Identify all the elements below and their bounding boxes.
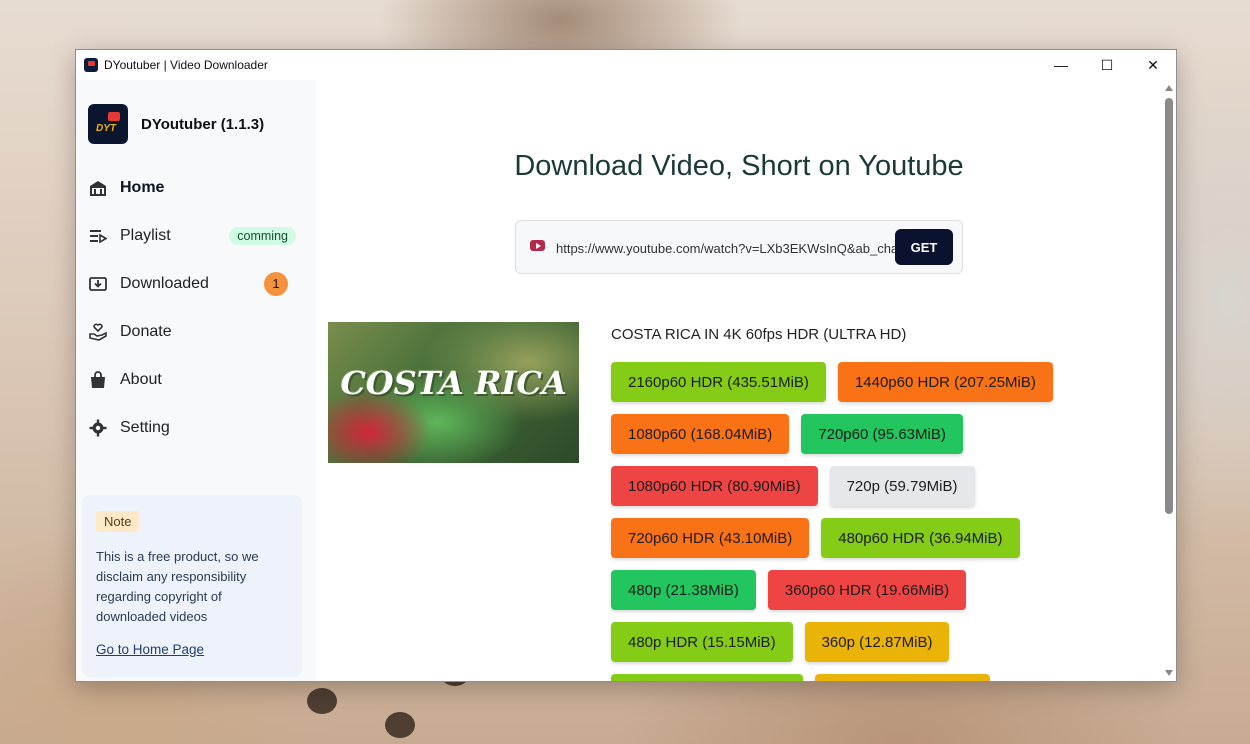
scroll-up-arrow-icon[interactable]	[1165, 85, 1173, 91]
window-title: DYoutuber | Video Downloader	[104, 58, 268, 72]
app-header: DYT DYoutuber (1.1.3)	[88, 104, 264, 144]
gear-icon	[88, 418, 108, 438]
scrollbar-thumb[interactable]	[1165, 98, 1173, 514]
format-button[interactable]: 1080p60 HDR (80.90MiB)	[611, 466, 818, 506]
home-page-link[interactable]: Go to Home Page	[96, 642, 204, 657]
sidebar-item-label: Playlist	[120, 227, 171, 244]
sidebar-item-label: Donate	[120, 323, 172, 340]
format-button[interactable]: 2160p60 HDR (435.51MiB)	[611, 362, 826, 402]
get-button[interactable]: GET	[895, 229, 953, 265]
sidebar-item-home[interactable]: Home	[88, 164, 298, 212]
download-icon	[88, 274, 108, 294]
title-bar: DYoutuber | Video Downloader — ☐ ✕	[76, 50, 1176, 80]
sidebar-nav: Home Playlist comming Downloaded 1 Donat…	[88, 164, 298, 452]
format-row	[611, 674, 1081, 681]
format-row: 720p60 HDR (43.10MiB) 480p60 HDR (36.94M…	[611, 518, 1081, 558]
format-button[interactable]: 480p (21.38MiB)	[611, 570, 756, 610]
video-title: COSTA RICA IN 4K 60fps HDR (ULTRA HD)	[611, 326, 907, 343]
download-count-badge: 1	[264, 272, 288, 296]
format-button[interactable]: 720p60 HDR (43.10MiB)	[611, 518, 810, 558]
format-row: 480p (21.38MiB) 360p60 HDR (19.66MiB)	[611, 570, 1081, 610]
home-icon	[88, 178, 108, 198]
coming-soon-badge: comming	[229, 227, 296, 245]
minimize-button[interactable]: —	[1038, 50, 1084, 80]
sidebar: DYT DYoutuber (1.1.3) Home Playlist comm…	[76, 80, 316, 681]
sidebar-item-label: About	[120, 371, 162, 388]
sidebar-item-downloaded[interactable]: Downloaded 1	[88, 260, 298, 308]
app-name: DYoutuber (1.1.3)	[141, 115, 265, 133]
format-row: 480p HDR (15.15MiB) 360p (12.87MiB)	[611, 622, 1081, 662]
format-row: 2160p60 HDR (435.51MiB) 1440p60 HDR (207…	[611, 362, 1081, 402]
format-button[interactable]: 1440p60 HDR (207.25MiB)	[837, 362, 1053, 402]
background-decor	[307, 688, 337, 714]
format-row: 1080p60 (168.04MiB) 720p60 (95.63MiB)	[611, 414, 1081, 454]
main-content: Download Video, Short on Youtube GET COS…	[316, 80, 1162, 681]
donate-icon	[88, 322, 108, 342]
format-button[interactable]: 360p60 HDR (19.66MiB)	[767, 570, 967, 610]
sidebar-item-setting[interactable]: Setting	[88, 404, 298, 452]
app-title-icon	[84, 58, 98, 72]
format-row: 1080p60 HDR (80.90MiB) 720p (59.79MiB)	[611, 466, 1081, 506]
note-text: This is a free product, so we disclaim a…	[96, 549, 259, 624]
note-panel: Note This is a free product, so we discl…	[82, 495, 302, 677]
format-list: 2160p60 HDR (435.51MiB) 1440p60 HDR (207…	[611, 362, 1081, 681]
format-button-partial[interactable]	[611, 674, 803, 681]
sidebar-item-donate[interactable]: Donate	[88, 308, 298, 356]
format-button[interactable]: 360p (12.87MiB)	[804, 622, 950, 662]
sidebar-item-playlist[interactable]: Playlist comming	[88, 212, 298, 260]
sidebar-item-label: Setting	[120, 419, 170, 436]
background-decor	[385, 712, 415, 738]
thumbnail-text: COSTA RICA	[340, 364, 567, 402]
maximize-button[interactable]: ☐	[1084, 50, 1130, 80]
app-logo: DYT	[88, 104, 128, 144]
format-button[interactable]: 720p (59.79MiB)	[829, 466, 975, 506]
format-button[interactable]: 1080p60 (168.04MiB)	[611, 414, 790, 454]
format-button[interactable]: 720p60 (95.63MiB)	[801, 414, 963, 454]
playlist-icon	[88, 226, 108, 246]
youtube-icon	[530, 240, 545, 251]
note-tag: Note	[96, 511, 140, 532]
app-window: DYoutuber | Video Downloader — ☐ ✕ DYT D…	[75, 49, 1177, 682]
video-thumbnail: COSTA RICA	[328, 322, 579, 463]
sidebar-item-label: Home	[120, 179, 165, 196]
shopping-bag-icon	[88, 370, 108, 390]
format-button[interactable]: 480p HDR (15.15MiB)	[611, 622, 793, 662]
close-button[interactable]: ✕	[1130, 50, 1176, 80]
vertical-scrollbar[interactable]	[1162, 80, 1176, 681]
sidebar-item-about[interactable]: About	[88, 356, 298, 404]
format-button-partial[interactable]	[815, 674, 990, 681]
page-title: Download Video, Short on Youtube	[514, 150, 964, 182]
url-bar: GET	[515, 220, 963, 274]
scroll-down-arrow-icon[interactable]	[1165, 670, 1173, 676]
url-input[interactable]	[554, 235, 898, 261]
sidebar-item-label: Downloaded	[120, 275, 209, 292]
format-button[interactable]: 480p60 HDR (36.94MiB)	[821, 518, 1020, 558]
